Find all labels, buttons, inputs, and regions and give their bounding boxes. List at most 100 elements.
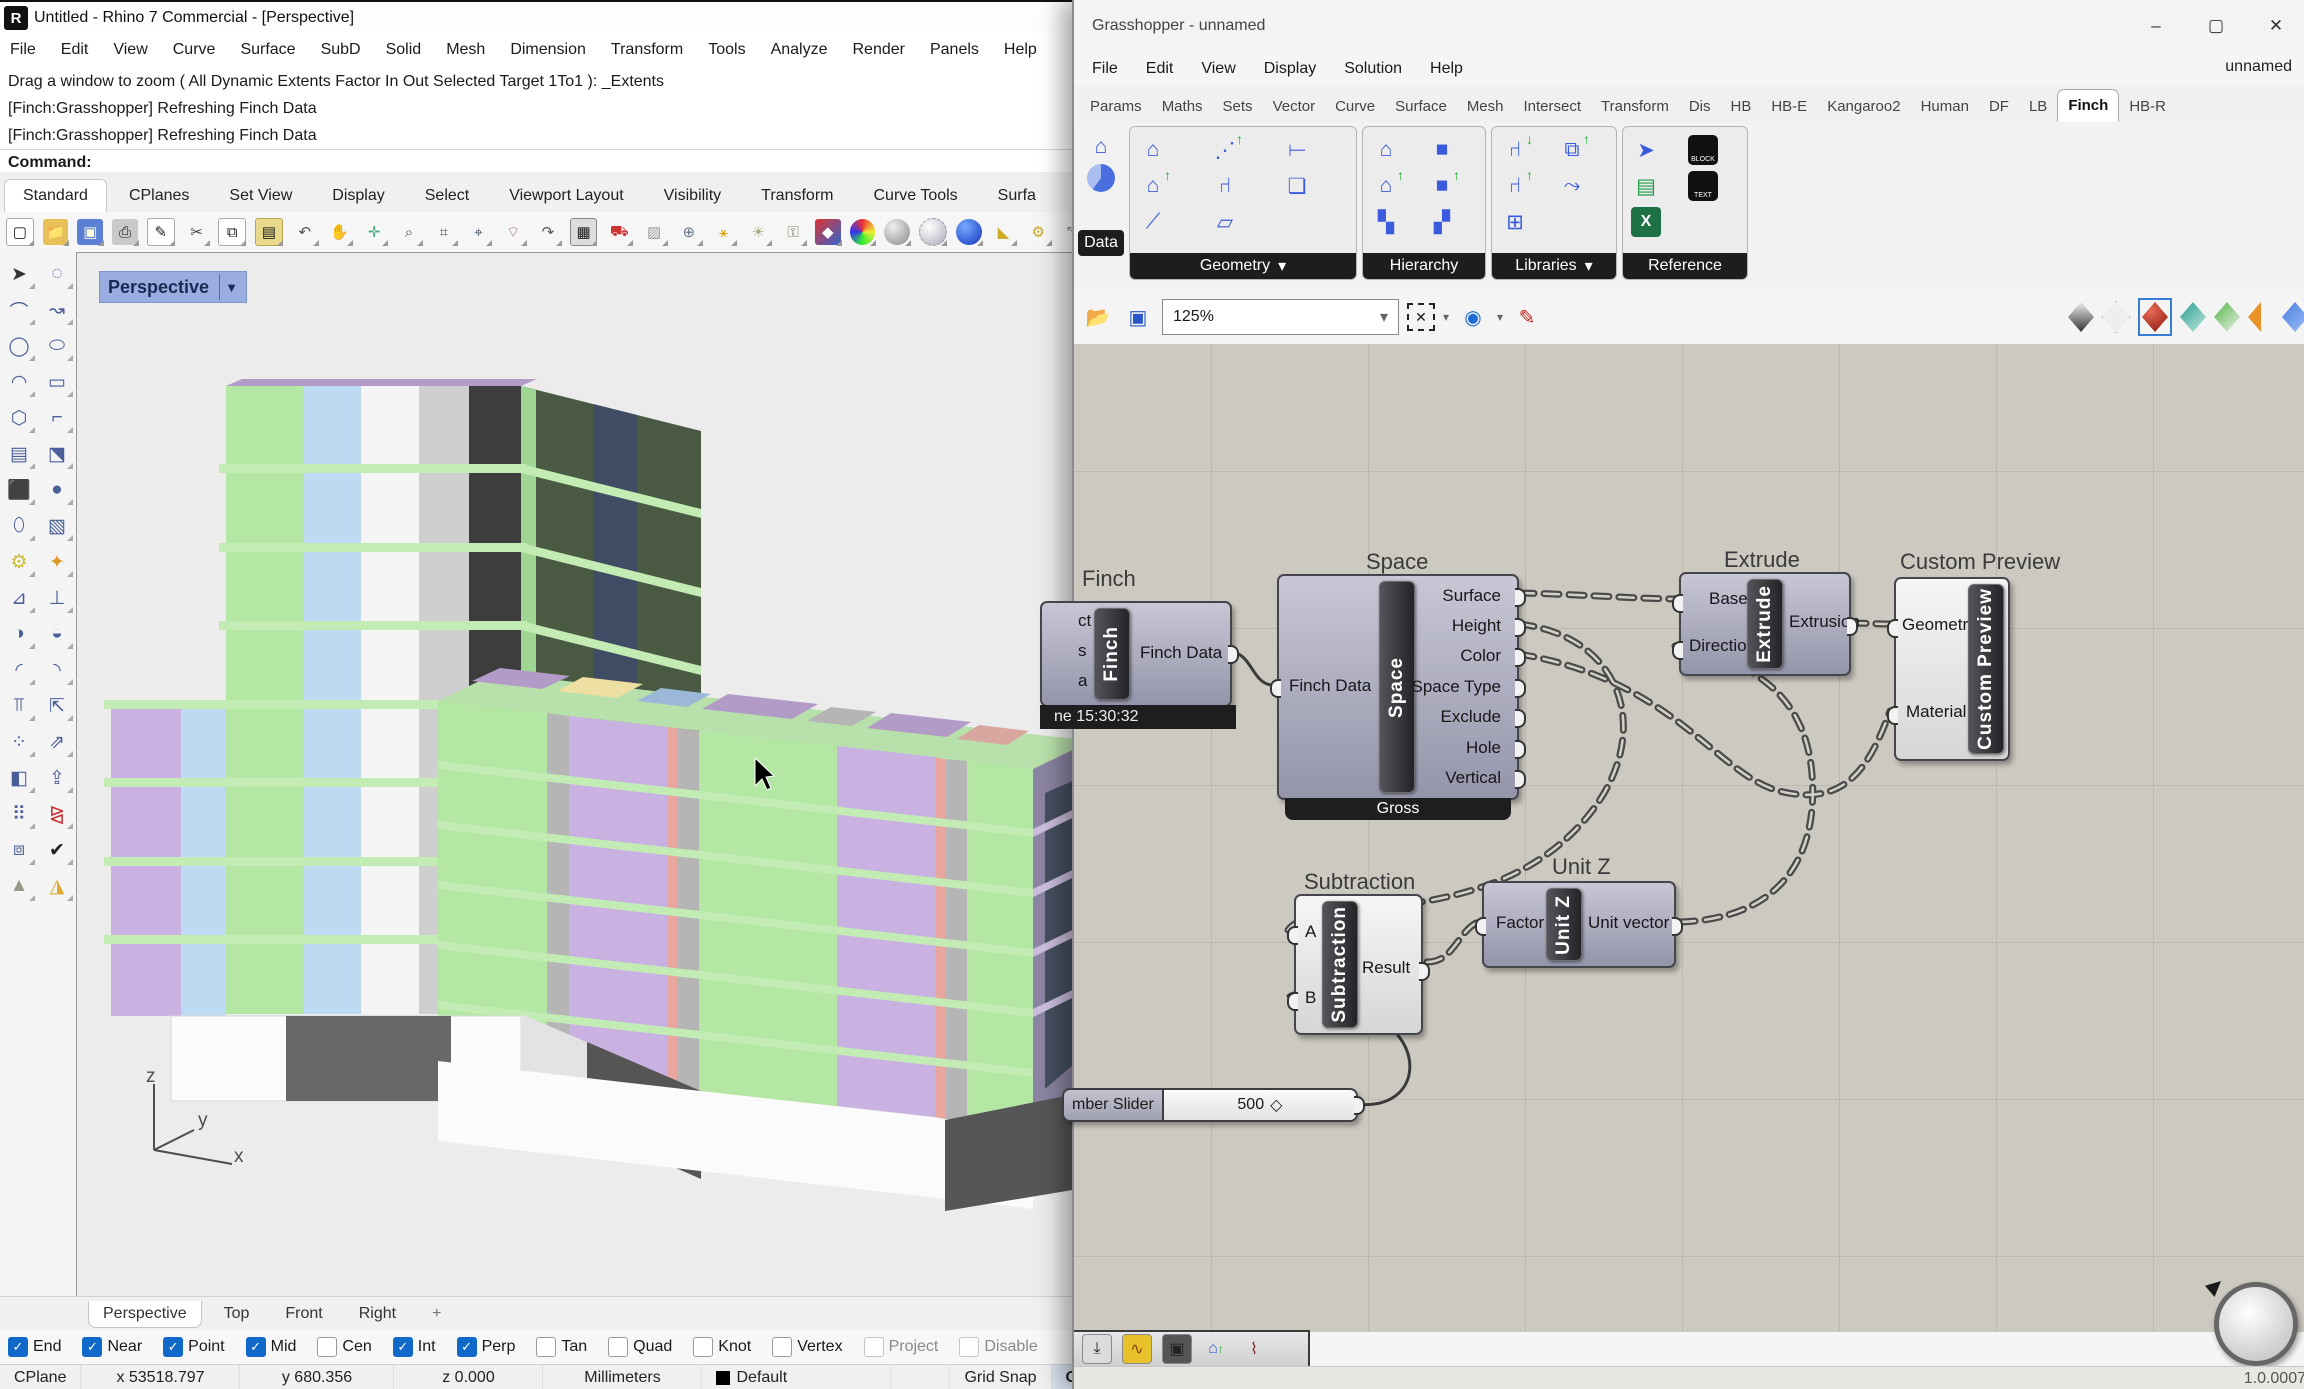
- osnap-perp[interactable]: ✓Perp: [457, 1337, 516, 1357]
- layout-up-icon[interactable]: ⧉↑: [1557, 135, 1587, 165]
- osnap-tan[interactable]: Tan: [536, 1337, 587, 1357]
- toolbar-tab-viewport-layout[interactable]: Viewport Layout: [491, 180, 641, 212]
- factor-input-nub[interactable]: [1475, 917, 1486, 936]
- canvas-compass-widget[interactable]: [2214, 1282, 2298, 1366]
- osnap-cen[interactable]: Cen: [317, 1337, 371, 1357]
- finch-component-badge[interactable]: Finch: [1094, 608, 1130, 700]
- number-slider-track[interactable]: 500 ◇: [1164, 1090, 1356, 1120]
- block-grid-icon[interactable]: ⠿: [0, 796, 38, 832]
- zoom-icon[interactable]: ⌕: [396, 219, 422, 245]
- explode-tool-icon[interactable]: ✦: [38, 544, 76, 580]
- new-file-icon[interactable]: ▢: [6, 218, 34, 246]
- ghosted-sphere-icon[interactable]: [919, 218, 947, 246]
- gumball-icon[interactable]: ⚹: [711, 219, 737, 245]
- rhino-menu-file[interactable]: File: [10, 41, 36, 59]
- libraries-group-label[interactable]: Libraries▾: [1492, 253, 1616, 279]
- tab-curve[interactable]: Curve: [1325, 91, 1385, 122]
- surface-patch-icon[interactable]: ⬔: [38, 436, 76, 472]
- tab-maths[interactable]: Maths: [1152, 91, 1213, 122]
- snapshot-icon[interactable]: ▨: [641, 219, 667, 245]
- material-input-nub[interactable]: [1887, 706, 1898, 725]
- toolbar-tab-display[interactable]: Display: [314, 180, 402, 212]
- excel-icon[interactable]: X: [1631, 207, 1661, 237]
- osnap-near[interactable]: ✓Near: [82, 1337, 142, 1357]
- rotate-view-icon[interactable]: ✛: [361, 219, 387, 245]
- rhino-menu-analyze[interactable]: Analyze: [771, 41, 828, 59]
- rhino-menu-dimension[interactable]: Dimension: [510, 41, 586, 59]
- gh-menu-view[interactable]: View: [1201, 60, 1235, 78]
- tab-dis[interactable]: Dis: [1679, 91, 1721, 122]
- rectangle-tool-icon[interactable]: ▭: [38, 364, 76, 400]
- gh-menu-solution[interactable]: Solution: [1344, 60, 1402, 78]
- align-tool-icon[interactable]: ⧎: [38, 796, 76, 832]
- curve-tool-icon[interactable]: ↝: [38, 292, 76, 328]
- tab-vector[interactable]: Vector: [1263, 91, 1326, 122]
- rhino-titlebar[interactable]: R Untitled - Rhino 7 Commercial - [Persp…: [0, 0, 1080, 34]
- open-file-icon[interactable]: 📁: [43, 219, 69, 245]
- zoom-window-icon[interactable]: ⌗: [431, 219, 457, 245]
- lift-tool-icon[interactable]: ⇪: [38, 760, 76, 796]
- display-wireframe-icon[interactable]: [2068, 302, 2094, 332]
- display-ghosted-icon[interactable]: [2102, 301, 2130, 333]
- rhino-menu-mesh[interactable]: Mesh: [446, 41, 485, 59]
- reference-group-label[interactable]: Reference: [1623, 253, 1747, 279]
- cplane-icon[interactable]: ⊕: [676, 219, 702, 245]
- gh-menu-display[interactable]: Display: [1264, 60, 1316, 78]
- rhino-menu-view[interactable]: View: [113, 41, 147, 59]
- car-icon[interactable]: ⛟: [606, 219, 632, 245]
- sketch-pen-icon[interactable]: ✎: [1511, 301, 1543, 333]
- layout-b-icon[interactable]: ▞: [1427, 207, 1457, 237]
- tab-transform[interactable]: Transform: [1591, 91, 1679, 122]
- space-component[interactable]: Finch Data Space Surface Height Color Sp…: [1277, 574, 1519, 800]
- add-view-tab-button[interactable]: +: [418, 1301, 455, 1327]
- point-tool-icon[interactable]: ◌: [38, 256, 76, 292]
- curve-blend-icon[interactable]: ⌐: [38, 400, 76, 436]
- house-icon[interactable]: ⌂: [1371, 135, 1401, 165]
- display-teal-icon[interactable]: [2180, 302, 2206, 332]
- tab-lb[interactable]: LB: [2019, 91, 2057, 122]
- tab-kangaroo2[interactable]: Kangaroo2: [1817, 91, 1910, 122]
- zoom-extents-icon[interactable]: ⌔: [500, 219, 526, 245]
- canvas-dark-icon[interactable]: ▣: [1162, 1334, 1192, 1364]
- save-icon[interactable]: ▣: [77, 219, 103, 245]
- chamfer-tool-icon[interactable]: ◝: [38, 652, 76, 688]
- split-tool-icon[interactable]: ⊥: [38, 580, 76, 616]
- osnap-disable[interactable]: Disable: [959, 1337, 1037, 1357]
- edit-doc-icon[interactable]: ✎: [147, 218, 175, 246]
- rendered-sphere-icon[interactable]: [956, 219, 982, 245]
- subtraction-b-input-nub[interactable]: [1287, 992, 1298, 1011]
- osnap-point[interactable]: ✓Point: [163, 1337, 224, 1357]
- focus-dropdown-icon[interactable]: ▾: [1443, 310, 1449, 324]
- status-layer[interactable]: Default: [702, 1365, 891, 1389]
- cylinder-tool-icon[interactable]: ⬯: [0, 508, 38, 544]
- subtraction-badge[interactable]: Subtraction: [1322, 901, 1358, 1028]
- save-document-icon[interactable]: ▣: [1122, 301, 1154, 333]
- array-tool-icon[interactable]: ⁘: [0, 724, 38, 760]
- zoom-selected-icon[interactable]: ⌖: [466, 219, 492, 245]
- tab-hb[interactable]: HB: [1721, 91, 1762, 122]
- house-up-icon[interactable]: ⌂↑: [1371, 171, 1401, 201]
- offset-tool-icon[interactable]: ⇱: [38, 688, 76, 724]
- fillet-tool-icon[interactable]: ◜: [0, 652, 38, 688]
- maximize-button[interactable]: ▢: [2186, 6, 2246, 46]
- canvas-zoom-dropdown[interactable]: 125% ▾: [1162, 299, 1399, 335]
- tab-surface[interactable]: Surface: [1385, 91, 1457, 122]
- check-tool-icon[interactable]: ✔: [38, 832, 76, 868]
- rhino-menu-panels[interactable]: Panels: [930, 41, 979, 59]
- plane-icon[interactable]: ▱: [1210, 207, 1240, 237]
- rhino-menu-help[interactable]: Help: [1004, 41, 1037, 59]
- gh-menu-edit[interactable]: Edit: [1146, 60, 1174, 78]
- osnap-mid[interactable]: ✓Mid: [246, 1337, 297, 1357]
- status-grid-snap[interactable]: Grid Snap: [949, 1365, 1051, 1389]
- toolbar-tab-set-view[interactable]: Set View: [211, 180, 310, 212]
- rhino-menu-subd[interactable]: SubD: [321, 41, 361, 59]
- square-icon[interactable]: ■: [1427, 135, 1457, 165]
- eye-dropdown-icon[interactable]: ▾: [1497, 310, 1503, 324]
- panel-surface-icon[interactable]: ▧: [38, 508, 76, 544]
- paste-icon[interactable]: ▤: [255, 218, 283, 246]
- grasshopper-titlebar[interactable]: Grasshopper - unnamed – ▢ ✕: [1074, 0, 2304, 52]
- sketch-scribble-icon[interactable]: ∿: [1122, 1334, 1152, 1364]
- tab-intersect[interactable]: Intersect: [1514, 91, 1592, 122]
- space-gross-bar[interactable]: Gross: [1285, 798, 1511, 820]
- square-up-icon[interactable]: ■↑: [1427, 171, 1457, 201]
